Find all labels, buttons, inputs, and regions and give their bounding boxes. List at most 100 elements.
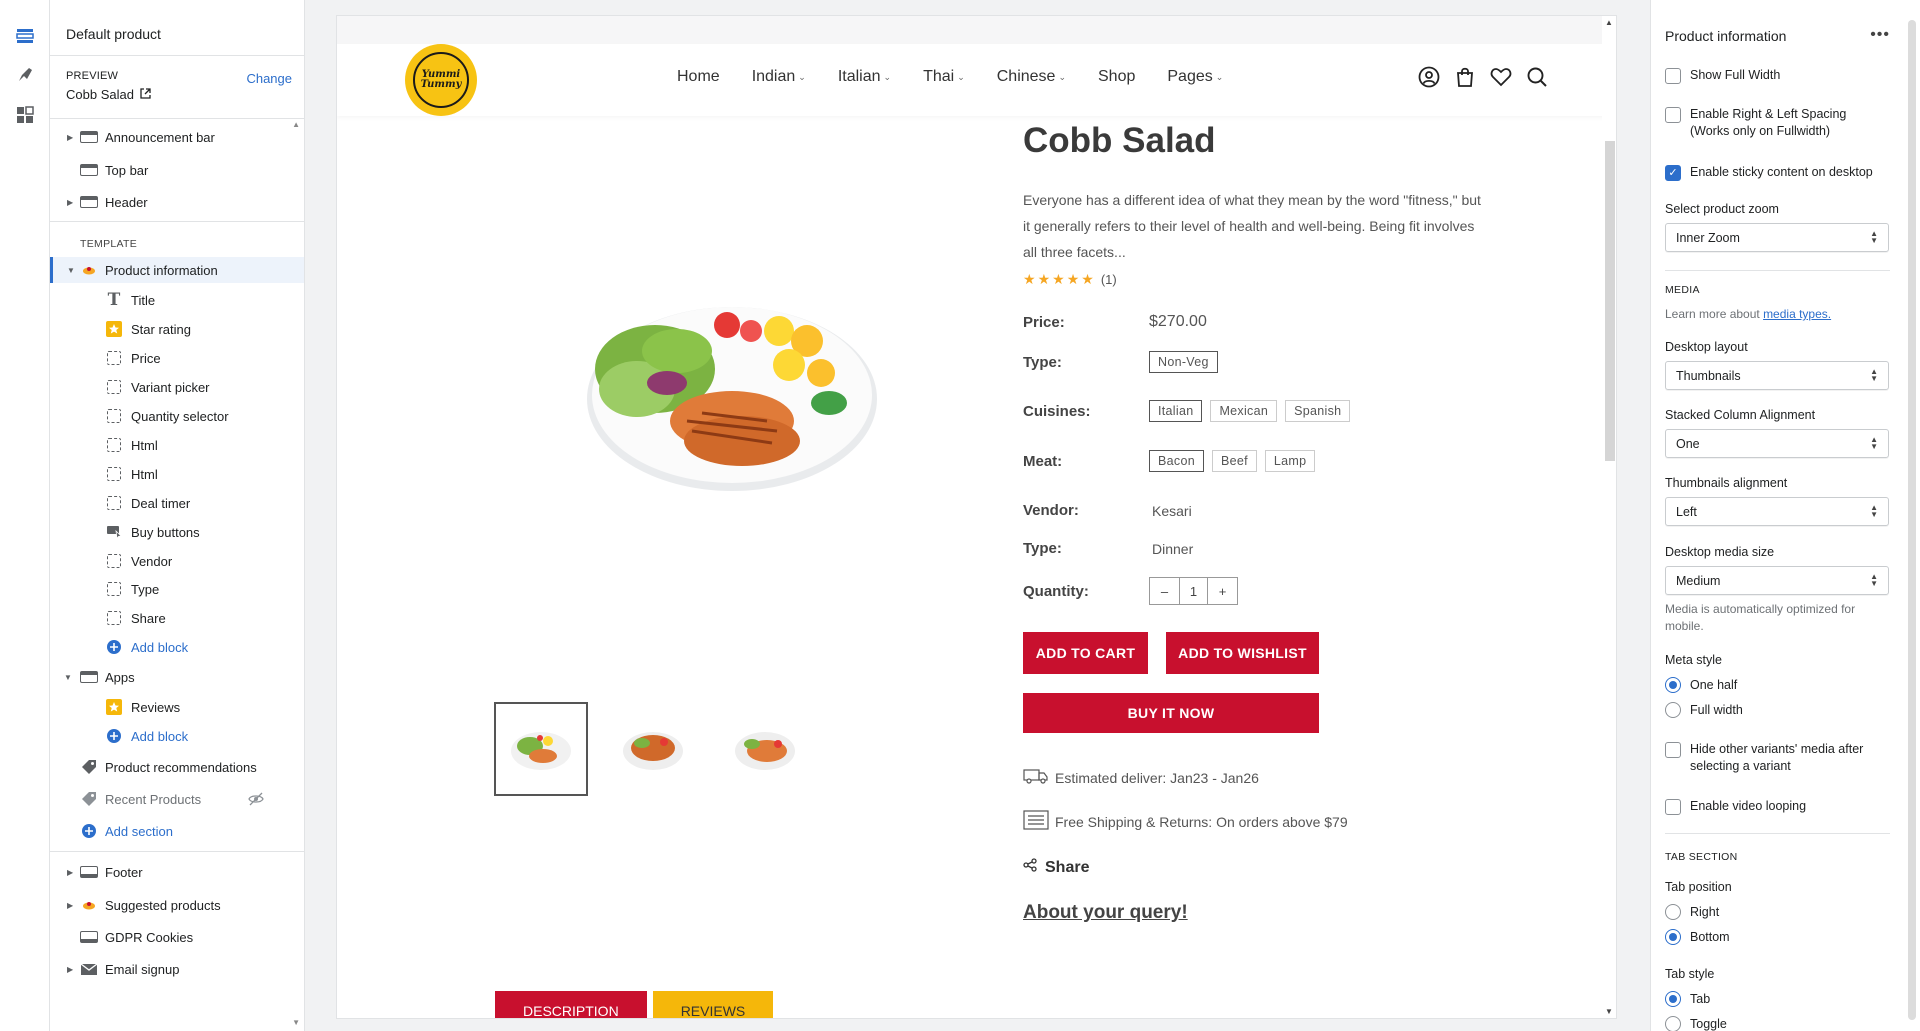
vendor-value[interactable]: Kesari: [1152, 503, 1192, 519]
tab-description[interactable]: DESCRIPTION: [495, 991, 647, 1018]
share-button[interactable]: Share: [1023, 858, 1089, 877]
add-app-block-button[interactable]: Add block: [50, 723, 304, 749]
cuisine-option[interactable]: Italian: [1149, 400, 1203, 422]
site-logo[interactable]: Yummi Tummy: [405, 44, 477, 116]
collapse-icon[interactable]: ▼: [64, 673, 72, 682]
sections-icon[interactable]: [14, 25, 36, 47]
add-block-button[interactable]: Add block: [50, 634, 304, 660]
cuisine-option[interactable]: Spanish: [1285, 400, 1351, 422]
about-query-link[interactable]: About your query!: [1023, 902, 1188, 924]
show-full-width-checkbox[interactable]: Show Full Width: [1665, 67, 1885, 84]
stacked-alignment-select[interactable]: One ▲ ▼: [1665, 429, 1889, 458]
radio-button[interactable]: [1665, 1016, 1681, 1031]
add-to-wishlist-button[interactable]: ADD TO WISHLIST: [1166, 632, 1319, 674]
hide-variants-checkbox[interactable]: Hide other variants' media after selecti…: [1665, 741, 1885, 775]
expand-icon[interactable]: ▶: [67, 133, 73, 142]
expand-icon[interactable]: ▶: [67, 198, 73, 207]
nav-italian[interactable]: Italian ⌄: [838, 68, 891, 86]
desktop-layout-select[interactable]: Thumbnails ▲ ▼: [1665, 361, 1889, 390]
type2-value[interactable]: Dinner: [1152, 541, 1193, 557]
tab-reviews[interactable]: REVIEWS: [652, 991, 774, 1018]
scroll-down-icon[interactable]: ▼: [1605, 1007, 1613, 1016]
change-preview-link[interactable]: Change: [246, 71, 292, 86]
meat-option[interactable]: Beef: [1211, 450, 1257, 472]
app-embeds-icon[interactable]: [14, 104, 36, 126]
nav-indian[interactable]: Indian ⌄: [752, 68, 806, 86]
section-apps[interactable]: ▼ Apps: [50, 664, 304, 690]
block-deal-timer[interactable]: Deal timer: [50, 490, 304, 516]
thumbnails-alignment-select[interactable]: Left ▲ ▼: [1665, 497, 1889, 526]
quantity-minus-button[interactable]: –: [1150, 578, 1179, 604]
collapse-icon[interactable]: ▼: [67, 266, 75, 275]
external-link-icon[interactable]: [140, 87, 151, 102]
section-recent-products[interactable]: Recent Products: [50, 786, 304, 812]
meta-full-width-radio[interactable]: Full width: [1665, 702, 1743, 718]
section-product-information[interactable]: ▼ Product information: [50, 257, 304, 283]
left-panel-scroll-up[interactable]: ▲: [292, 120, 300, 129]
block-share[interactable]: Share: [50, 605, 304, 631]
tab-bottom-radio[interactable]: Bottom: [1665, 929, 1730, 945]
checkbox-box[interactable]: [1665, 107, 1681, 123]
meat-option[interactable]: Bacon: [1149, 450, 1204, 472]
checkbox-box[interactable]: [1665, 68, 1681, 84]
expand-icon[interactable]: ▶: [67, 901, 73, 910]
checkbox-box[interactable]: ✓: [1665, 165, 1681, 181]
theme-settings-icon[interactable]: [14, 64, 36, 86]
block-vendor[interactable]: Vendor: [50, 548, 304, 574]
settings-scrollbar[interactable]: [1904, 0, 1920, 1031]
radio-button[interactable]: [1665, 904, 1681, 920]
search-icon[interactable]: [1526, 66, 1548, 88]
nav-thai[interactable]: Thai ⌄: [923, 68, 965, 86]
meta-one-half-radio[interactable]: One half: [1665, 677, 1737, 693]
block-variant-picker[interactable]: Variant picker: [50, 374, 304, 400]
section-product-recommendations[interactable]: Product recommendations: [50, 754, 304, 780]
block-html[interactable]: Html: [50, 461, 304, 487]
tab-style-toggle-radio[interactable]: Toggle: [1665, 1016, 1727, 1031]
media-size-select[interactable]: Medium ▲ ▼: [1665, 566, 1889, 595]
section-footer[interactable]: ▶ Footer: [50, 859, 304, 885]
enable-spacing-checkbox[interactable]: Enable Right & Left Spacing (Works only …: [1665, 106, 1885, 140]
tab-style-tab-radio[interactable]: Tab: [1665, 991, 1710, 1007]
add-to-cart-button[interactable]: ADD TO CART: [1023, 632, 1148, 674]
hidden-eye-icon[interactable]: [247, 791, 265, 807]
cuisine-option[interactable]: Mexican: [1210, 400, 1278, 422]
block-type[interactable]: Type: [50, 576, 304, 602]
more-options-icon[interactable]: •••: [1870, 26, 1890, 44]
radio-button[interactable]: [1665, 677, 1681, 693]
cart-bag-icon[interactable]: [1454, 66, 1476, 88]
block-price[interactable]: Price: [50, 345, 304, 371]
product-zoom-select[interactable]: Inner Zoom ▲ ▼: [1665, 223, 1889, 252]
quantity-input[interactable]: 1: [1179, 578, 1208, 604]
section-header[interactable]: ▶ Header: [50, 189, 304, 215]
rating-count[interactable]: (1): [1101, 272, 1117, 287]
block-reviews[interactable]: Reviews: [50, 694, 304, 720]
product-main-image[interactable]: [567, 271, 887, 501]
block-title[interactable]: T Title: [50, 287, 304, 313]
section-top-bar[interactable]: Top bar: [50, 157, 304, 183]
enable-sticky-checkbox[interactable]: ✓ Enable sticky content on desktop: [1665, 164, 1885, 181]
add-section-button[interactable]: Add section: [50, 818, 304, 844]
preview-scrollbar[interactable]: ▲ ▼: [1602, 16, 1616, 1018]
nav-shop[interactable]: Shop: [1098, 68, 1135, 86]
block-star-rating[interactable]: Star rating: [50, 316, 304, 342]
scroll-up-icon[interactable]: ▲: [1605, 18, 1613, 27]
nav-home[interactable]: Home: [677, 68, 720, 86]
checkbox-box[interactable]: [1665, 742, 1681, 758]
section-suggested-products[interactable]: ▶ Suggested products: [50, 892, 304, 918]
buy-it-now-button[interactable]: BUY IT NOW: [1023, 693, 1319, 733]
enable-looping-checkbox[interactable]: Enable video looping: [1665, 798, 1885, 815]
thumbnail-1[interactable]: [494, 702, 588, 796]
checkbox-box[interactable]: [1665, 799, 1681, 815]
meat-option[interactable]: Lamp: [1264, 450, 1316, 472]
expand-icon[interactable]: ▶: [67, 965, 73, 974]
nav-pages[interactable]: Pages ⌄: [1167, 68, 1223, 86]
tab-right-radio[interactable]: Right: [1665, 904, 1719, 920]
radio-button[interactable]: [1665, 702, 1681, 718]
thumbnail-2[interactable]: [606, 702, 700, 796]
left-panel-scroll-down[interactable]: ▼: [292, 1018, 300, 1027]
block-buy-buttons[interactable]: Buy buttons: [50, 519, 304, 545]
radio-button[interactable]: [1665, 929, 1681, 945]
type-option[interactable]: Non-Veg: [1149, 351, 1218, 373]
nav-chinese[interactable]: Chinese ⌄: [997, 68, 1066, 86]
section-email-signup[interactable]: ▶ Email signup: [50, 956, 304, 982]
